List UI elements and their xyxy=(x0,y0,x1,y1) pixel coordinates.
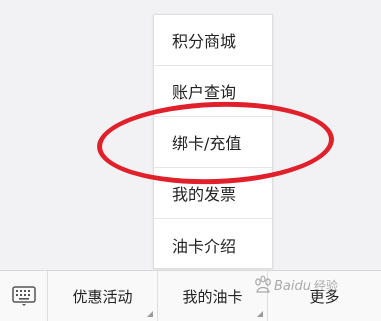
more-menu-button[interactable]: 更多 xyxy=(268,271,381,321)
menu-item-label: 绑卡/充值 xyxy=(172,134,242,153)
menu-item-card-introduction[interactable]: 油卡介绍 xyxy=(154,219,272,270)
submenu-indicator-icon xyxy=(147,311,153,317)
submenu-indicator-icon xyxy=(257,311,263,317)
my-oil-card-menu-button[interactable]: 我的油卡 xyxy=(158,271,268,321)
bottom-menu-bar: 优惠活动 我的油卡 更多 xyxy=(0,270,381,321)
menu-item-label: 积分商城 xyxy=(172,32,237,51)
menu-item-my-invoice[interactable]: 我的发票 xyxy=(154,168,272,219)
more-popup-menu: 积分商城 账户查询 绑卡/充值 我的发票 油卡介绍 xyxy=(153,14,273,269)
menu-item-points-mall[interactable]: 积分商城 xyxy=(154,15,272,66)
menu-item-label: 我的发票 xyxy=(172,185,237,204)
keyboard-icon xyxy=(11,286,36,306)
bottom-bar-label: 我的油卡 xyxy=(182,287,243,306)
menu-item-label: 账户查询 xyxy=(172,83,237,102)
bottom-bar-label: 优惠活动 xyxy=(72,287,133,306)
menu-item-bind-card-recharge[interactable]: 绑卡/充值 xyxy=(154,117,272,168)
keyboard-toggle-button[interactable] xyxy=(0,271,48,321)
promotions-menu-button[interactable]: 优惠活动 xyxy=(48,271,158,321)
menu-item-account-query[interactable]: 账户查询 xyxy=(154,66,272,117)
bottom-bar-label: 更多 xyxy=(309,287,340,306)
menu-item-label: 油卡介绍 xyxy=(172,236,237,256)
